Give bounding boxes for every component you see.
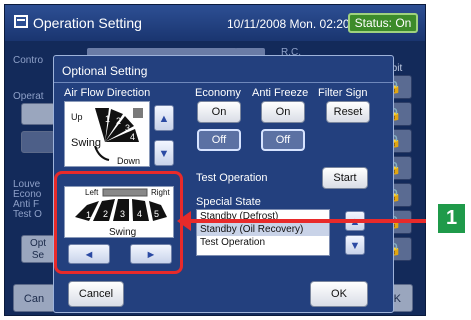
anti-freeze-label: Anti Freeze <box>252 87 309 99</box>
opt-line-2: Se <box>31 250 45 261</box>
control-label: Contro <box>13 55 44 66</box>
figure-frame: Operation Setting 10/11/2008 Mon. 02:20 … <box>0 0 471 320</box>
anti-freeze-on-button[interactable]: On <box>261 101 305 123</box>
air-flow-label: Air Flow Direction <box>64 87 151 99</box>
air-flow-panel: 1 2 3 4 Up Swing Down <box>64 101 150 167</box>
vane-indicator <box>133 108 143 118</box>
special-state-label: Special State <box>196 196 261 208</box>
anti-freeze-off-button[interactable]: Off <box>261 129 305 151</box>
operat-label: Operat <box>13 91 44 102</box>
special-state-list[interactable]: Standby (Defrost) Standby (Oil Recovery)… <box>196 209 330 256</box>
title-divider <box>54 82 393 83</box>
bg-button-1 <box>21 103 55 125</box>
fan-num-4: 4 <box>130 132 135 142</box>
air-flow-fan-graphic: 1 2 3 4 Up Swing Down <box>71 108 143 166</box>
special-state-down-button[interactable]: ▼ <box>345 235 365 255</box>
economy-label: Economy <box>195 87 241 99</box>
louver-lines: Louve Econo Anti F Test O <box>13 180 42 220</box>
title-bar: Operation Setting 10/11/2008 Mon. 02:20 … <box>5 5 425 41</box>
highlight-box <box>54 171 183 274</box>
opt-setting-button: Opt Se <box>21 235 55 263</box>
filter-sign-label: Filter Sign <box>318 87 368 99</box>
opt-line-1: Opt <box>29 238 47 249</box>
bg-cancel-button: Can <box>13 284 55 312</box>
test-operation-label: Test Operation <box>196 172 268 184</box>
test-start-button[interactable]: Start <box>322 167 368 189</box>
ok-button[interactable]: OK <box>310 281 368 307</box>
window-icon <box>14 15 28 28</box>
status-badge[interactable]: Status: On <box>348 13 418 33</box>
filter-reset-button[interactable]: Reset <box>326 101 370 123</box>
economy-off-button[interactable]: Off <box>197 129 241 151</box>
air-flow-up-button[interactable]: ▲ <box>154 105 174 131</box>
callout-number-badge: 1 <box>438 204 465 233</box>
fan-num-2: 2 <box>116 116 121 126</box>
cancel-button[interactable]: Cancel <box>68 281 124 307</box>
fan-num-1: 1 <box>105 114 110 124</box>
window-title: Operation Setting <box>33 15 142 31</box>
up-label: Up <box>71 112 83 122</box>
economy-on-button[interactable]: On <box>197 101 241 123</box>
down-label: Down <box>117 156 140 166</box>
list-item[interactable]: Standby (Oil Recovery) <box>197 223 329 236</box>
bg-button-2 <box>21 131 55 153</box>
list-item[interactable]: Test Operation <box>197 236 329 249</box>
callout-arrow-head <box>177 211 191 231</box>
air-flow-down-button[interactable]: ▼ <box>154 140 174 166</box>
callout-arrow-line <box>188 219 426 223</box>
dialog-title: Optional Setting <box>62 64 148 78</box>
bg-line: Test O <box>13 209 42 220</box>
